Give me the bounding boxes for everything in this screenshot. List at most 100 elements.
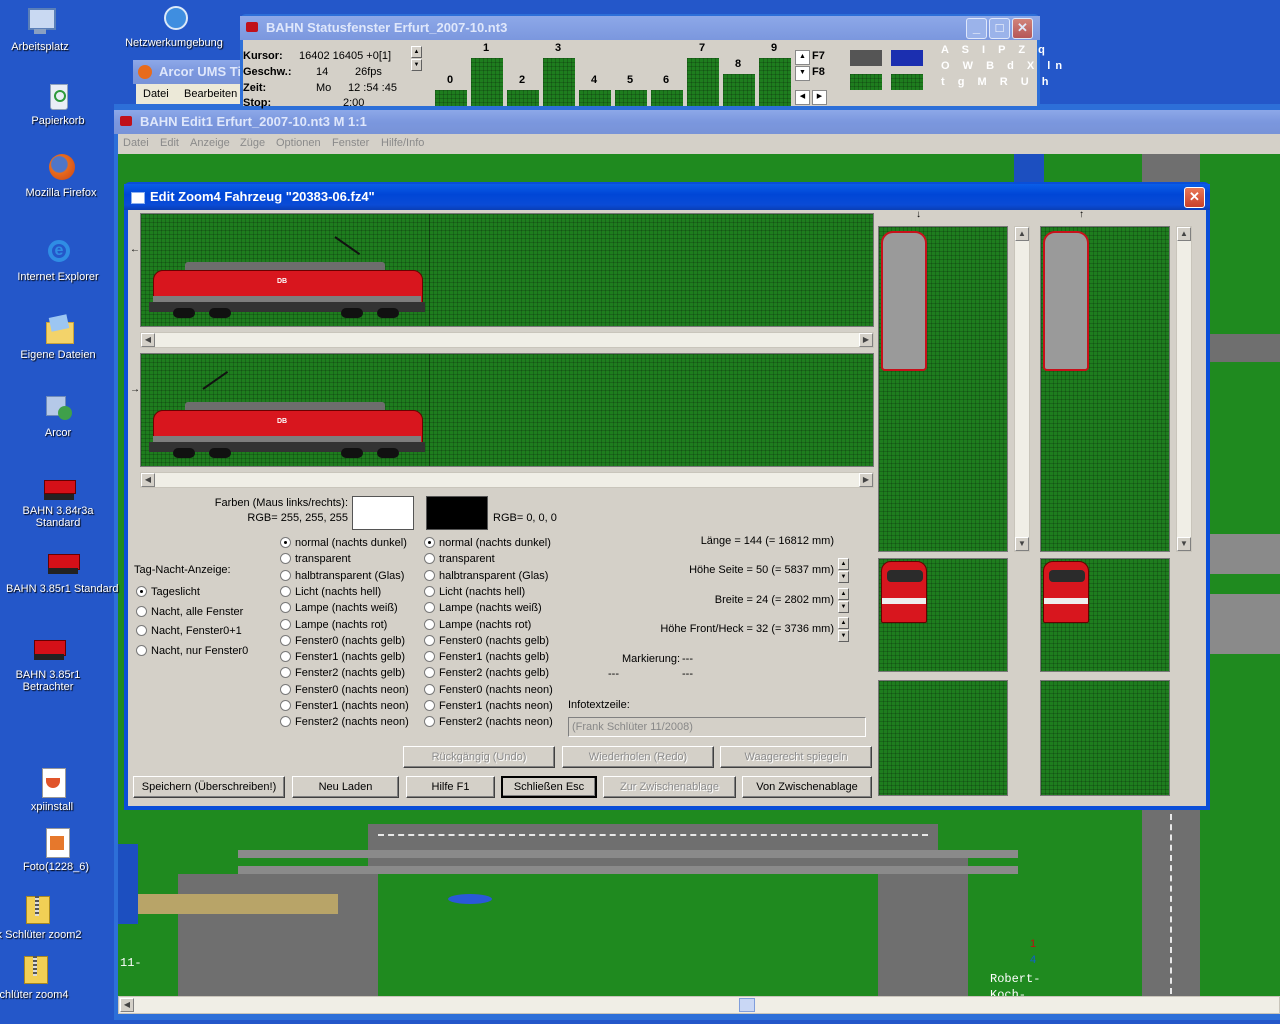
tag-nacht-option[interactable]: Tageslicht [136, 584, 200, 600]
radio-button-icon[interactable] [424, 585, 435, 597]
paint-right-option[interactable]: Fenster1 (nachts gelb) [424, 649, 549, 665]
fkey-f7[interactable]: F7 [812, 50, 825, 62]
track-tile-9[interactable] [759, 58, 791, 106]
top-view-a-canvas[interactable] [878, 226, 1008, 552]
paint-right-option[interactable]: normal (nachts dunkel) [424, 535, 551, 551]
hoehe-front-spinner[interactable]: ▲ ▼ [838, 617, 849, 643]
top-view-b-canvas[interactable] [1040, 226, 1170, 552]
maximize-button[interactable]: □ [989, 18, 1010, 39]
menu-datei[interactable]: Datei [123, 137, 149, 149]
status-tool-tree[interactable] [891, 74, 923, 90]
letter-t[interactable]: t [941, 76, 950, 88]
radio-button-icon[interactable] [424, 602, 435, 614]
letter-U[interactable]: U [1021, 76, 1034, 88]
side-view-left-canvas[interactable]: DB [140, 213, 874, 327]
radio-button-icon[interactable] [424, 683, 435, 695]
map-scroll-thumb[interactable] [739, 998, 755, 1012]
letter-P[interactable]: P [998, 44, 1010, 56]
radio-button-icon[interactable] [424, 700, 435, 711]
menu-optionen[interactable]: Optionen [276, 137, 321, 149]
radio-button-icon[interactable] [424, 716, 435, 728]
menu-fenster[interactable]: Fenster [332, 137, 369, 149]
radio-button-icon[interactable] [280, 667, 291, 679]
paint-left-option[interactable]: Fenster2 (nachts gelb) [280, 665, 405, 681]
extra-view-b-canvas[interactable] [1040, 680, 1170, 796]
letter-ln[interactable]: ln [1047, 60, 1067, 72]
desktop-icon-zoom4[interactable]: chlüter zoom4 [0, 954, 90, 1001]
desktop-icon-bahn-385-betrachter[interactable]: BAHN 3.85r1 Betrachter [0, 634, 104, 693]
scroll-down-icon[interactable]: ▼ [1177, 537, 1191, 551]
letter-R[interactable]: R [1000, 76, 1013, 88]
track-tile-0[interactable] [435, 90, 467, 106]
paint-left-option[interactable]: Fenster0 (nachts gelb) [280, 633, 405, 649]
paint-right-option[interactable]: Lampe (nachts weiß) [424, 600, 542, 616]
paint-right-option[interactable]: halbtransparent (Glas) [424, 568, 548, 584]
track-tile-2[interactable] [507, 90, 539, 106]
desktop-icon-zoom2[interactable]: nk Schlüter zoom2 [0, 894, 92, 941]
scroll-left-icon[interactable]: ◀ [120, 998, 134, 1012]
status-nav-left[interactable]: ◀ [795, 90, 810, 105]
scroll-right-icon[interactable]: ▶ [859, 473, 873, 487]
arcor-window-titlebar[interactable]: Arcor UMS Ti [133, 60, 253, 84]
minimize-button[interactable]: _ [966, 18, 987, 39]
paint-left-option[interactable]: halbtransparent (Glas) [280, 568, 404, 584]
status-nav-right[interactable]: ▶ [812, 90, 827, 105]
letter-g[interactable]: g [958, 76, 970, 88]
radio-button-icon[interactable] [136, 644, 147, 656]
radio-button-icon[interactable] [280, 716, 291, 728]
menu-anzeige[interactable]: Anzeige [190, 137, 230, 149]
front-view-a-canvas[interactable] [878, 558, 1008, 672]
radio-button-icon[interactable] [136, 625, 147, 636]
tag-nacht-option[interactable]: Nacht, alle Fenster [136, 604, 243, 620]
radio-button-icon[interactable] [280, 585, 291, 597]
radio-button-icon[interactable] [280, 569, 291, 581]
radio-button-icon[interactable] [424, 651, 435, 663]
infotext-field[interactable]: (Frank Schlüter 11/2008) [568, 717, 866, 737]
arcor-menu-bearbeiten[interactable]: Bearbeiten [184, 88, 237, 100]
paint-left-option[interactable]: transparent [280, 551, 351, 567]
letter-d[interactable]: d [1007, 60, 1019, 72]
status-spin-up[interactable]: ▲ [795, 50, 810, 65]
breite-spinner[interactable]: ▲ ▼ [838, 588, 849, 614]
kursor-spinner[interactable]: ▲ ▼ [411, 46, 422, 72]
top-view-b-scrollbar[interactable]: ▲ ▼ [1176, 226, 1192, 552]
track-tile-8[interactable] [723, 74, 755, 106]
hoehe-seite-spinner[interactable]: ▲ ▼ [838, 558, 849, 584]
copy-to-clipboard-button[interactable]: Zur Zwischenablage [603, 776, 736, 798]
scroll-up-icon[interactable]: ▲ [1177, 227, 1191, 241]
letter-W[interactable]: W [963, 60, 978, 72]
scroll-up-icon[interactable]: ▲ [1015, 227, 1029, 241]
paint-right-option[interactable]: Lampe (nachts rot) [424, 617, 531, 633]
radio-button-icon[interactable] [424, 553, 435, 565]
color-swatch-left[interactable] [352, 496, 414, 530]
paint-left-option[interactable]: Fenster0 (nachts neon) [280, 682, 409, 698]
paint-left-option[interactable]: Licht (nachts hell) [280, 584, 381, 600]
desktop-icon-firefox[interactable]: Mozilla Firefox [5, 152, 117, 199]
paint-right-option[interactable]: Fenster2 (nachts neon) [424, 714, 553, 730]
redo-button[interactable]: Wiederholen (Redo) [562, 746, 714, 768]
track-tile-1[interactable] [471, 58, 503, 106]
letter-S[interactable]: S [962, 44, 974, 56]
desktop-icon-netzwerkumgebung[interactable]: Netzwerkumgebung [118, 2, 230, 49]
letter-I[interactable]: I [982, 44, 990, 56]
color-swatch-right[interactable] [426, 496, 488, 530]
menu-edit[interactable]: Edit [160, 137, 179, 149]
radio-button-icon[interactable] [424, 634, 435, 646]
radio-button-icon[interactable] [136, 605, 147, 617]
letter-X[interactable]: X [1027, 60, 1039, 72]
extra-view-a-canvas[interactable] [878, 680, 1008, 796]
zoom4-dialog-titlebar[interactable]: Edit Zoom4 Fahrzeug "20383-06.fz4" ✕ [124, 184, 1210, 210]
radio-button-icon[interactable] [280, 553, 291, 565]
track-tile-6[interactable] [651, 90, 683, 106]
paint-left-option[interactable]: Fenster1 (nachts neon) [280, 698, 409, 714]
track-tile-4[interactable] [579, 90, 611, 106]
paint-right-option[interactable]: Fenster2 (nachts gelb) [424, 665, 549, 681]
scroll-down-icon[interactable]: ▼ [1015, 537, 1029, 551]
letter-B[interactable]: B [986, 60, 999, 72]
paint-right-option[interactable]: transparent [424, 551, 495, 567]
edit-window-titlebar[interactable]: BAHN Edit1 Erfurt_2007-10.nt3 M 1:1 [114, 110, 1280, 134]
front-view-b-canvas[interactable] [1040, 558, 1170, 672]
radio-button-icon[interactable] [424, 667, 435, 679]
status-spin-down[interactable]: ▼ [795, 66, 810, 81]
desktop-icon-papierkorb[interactable]: Papierkorb [2, 80, 114, 127]
